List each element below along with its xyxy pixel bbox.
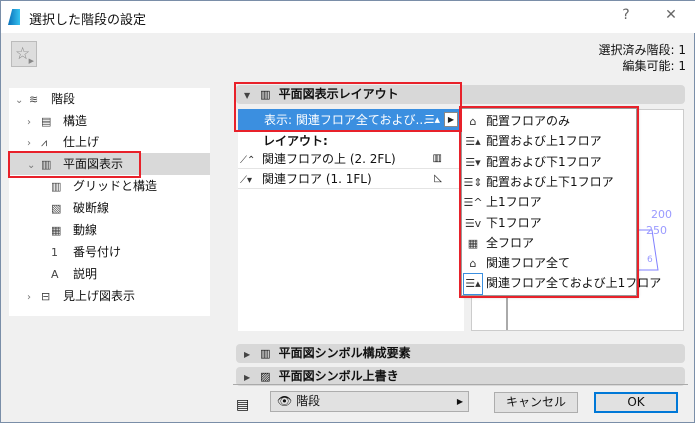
finish-icon: ⩘ bbox=[41, 136, 48, 149]
app-logo-icon bbox=[8, 9, 20, 25]
tree-item-walking-line[interactable]: ▦ 動線 bbox=[51, 219, 97, 241]
floor-option-icon: ☰⇕ bbox=[463, 175, 483, 189]
triangle-down-icon: ▼ bbox=[244, 91, 251, 100]
floor-option-icon: ☰▴ bbox=[424, 113, 440, 126]
window-title: 選択した階段の設定 bbox=[29, 13, 147, 28]
number-icon: 1 bbox=[51, 246, 58, 259]
chevron-right-icon[interactable]: › bbox=[27, 133, 41, 155]
cancel-button[interactable]: キャンセル bbox=[494, 392, 578, 413]
menu-item[interactable]: ☰▾ 配置および下1フロア bbox=[463, 152, 633, 172]
floor-plan-icon: ▥ bbox=[260, 88, 271, 101]
chevron-down-icon[interactable]: ⌄ bbox=[27, 155, 41, 177]
break-line-icon: ◺ bbox=[434, 173, 442, 184]
tree-item-structure[interactable]: › ▤ 構造 bbox=[27, 110, 87, 132]
divider bbox=[233, 384, 688, 385]
dimension-250: 250 bbox=[646, 224, 667, 237]
break-line-icon: ▧ bbox=[51, 202, 62, 215]
tree-item-reflected-ceiling[interactable]: › ⊟ 見上げ図表示 bbox=[27, 285, 135, 307]
stair-icon: ≋ bbox=[29, 93, 39, 106]
menu-item[interactable]: ⌂ 配置フロアのみ bbox=[463, 111, 633, 131]
layers-icon: ▤ bbox=[236, 397, 250, 413]
floor-option-icon: ▦ bbox=[467, 236, 479, 250]
floor-option-icon: ⌂ bbox=[469, 257, 477, 271]
ceiling-icon: ⊟ bbox=[41, 290, 51, 303]
triangle-right-icon: ▶ bbox=[456, 397, 463, 406]
help-button[interactable]: ? bbox=[616, 7, 636, 23]
editable-count: 編集可能: 1 bbox=[622, 59, 687, 73]
floor-option-icon: ☰▾ bbox=[465, 155, 481, 169]
display-option-menu-button[interactable]: ▶ bbox=[444, 112, 458, 127]
layout-label: レイアウト: bbox=[263, 134, 328, 148]
floor-option-icon: ☰▴ bbox=[465, 135, 481, 149]
tree-item-grid-structure[interactable]: ▥ グリッドと構造 bbox=[51, 175, 157, 197]
dimension-6: 6 bbox=[647, 255, 653, 265]
tree-item-floor-plan-display[interactable]: ⌄ ▥ 平面図表示 bbox=[9, 153, 210, 175]
structure-icon: ▤ bbox=[41, 115, 52, 128]
floor-plan-icon: ▥ bbox=[260, 347, 271, 360]
ok-button[interactable]: OK bbox=[594, 392, 678, 413]
triangle-right-icon: ▶ bbox=[244, 373, 251, 382]
list-item[interactable]: ⟋▾ 関連フロア (1. 1FL) ◺ bbox=[238, 169, 464, 189]
tree-item-finish[interactable]: › ⩘ 仕上げ bbox=[27, 131, 99, 153]
section-floor-plan-layout[interactable]: ▼ ▥ 平面図表示レイアウト bbox=[236, 85, 685, 104]
tree-item-numbering[interactable]: 1 番号付け bbox=[51, 241, 121, 263]
floor-option-icon: ☰^ bbox=[463, 196, 483, 210]
tree-item-stair[interactable]: ⌄ ≋ 階段 bbox=[15, 88, 75, 110]
text-icon: A bbox=[51, 268, 59, 281]
stair-up-icon: ⟋⌃ bbox=[240, 155, 256, 166]
layer-select[interactable]: 👁︎ 階段 ▶ bbox=[270, 391, 469, 412]
menu-item[interactable]: ☰▴ 配置および上1フロア bbox=[463, 131, 633, 151]
chevron-right-icon[interactable]: › bbox=[27, 287, 41, 309]
tree-item-description[interactable]: A 説明 bbox=[51, 263, 97, 285]
floor-option-icon: ☰v bbox=[464, 216, 482, 230]
menu-item[interactable]: ☰^ 上1フロア bbox=[463, 192, 633, 212]
triangle-right-icon: ▶ bbox=[244, 350, 251, 359]
favorites-button[interactable]: ☆ ▶ bbox=[11, 41, 37, 67]
menu-item[interactable]: ▦ 全フロア bbox=[463, 233, 633, 253]
list-item[interactable]: ⟋⌃ 関連フロアの上 (2. 2FL) ▥ bbox=[238, 149, 464, 169]
selected-count: 選択済み階段: 1 bbox=[598, 43, 687, 57]
dimension-200: 200 bbox=[651, 208, 672, 221]
display-option-row[interactable]: 表示: 関連フロア全ておよび... ☰▴ ▶ bbox=[238, 109, 462, 131]
close-button[interactable]: ✕ bbox=[661, 7, 681, 23]
walking-line-icon: ▦ bbox=[51, 224, 62, 237]
menu-item[interactable]: ☰▴ 関連フロア全ておよび上1フロア bbox=[463, 273, 661, 296]
floor-option-icon: ☰▴ bbox=[463, 273, 483, 296]
floor-option-icon: ⌂ bbox=[469, 115, 477, 128]
chevron-down-icon[interactable]: ⌄ bbox=[15, 90, 29, 112]
menu-item[interactable]: ☰v 下1フロア bbox=[463, 213, 633, 233]
grid-icon: ▥ bbox=[51, 180, 62, 193]
title-bar: 選択した階段の設定 ? ✕ bbox=[1, 1, 695, 33]
grid-icon: ▥ bbox=[432, 153, 442, 164]
stair-icon: ⟋▾ bbox=[240, 175, 253, 186]
tree-item-break-line[interactable]: ▧ 破断線 bbox=[51, 197, 109, 219]
eye-icon: 👁︎ bbox=[277, 394, 293, 408]
section-symbol-components[interactable]: ▶ ▥ 平面図シンボル構成要素 bbox=[236, 344, 685, 363]
menu-item[interactable]: ⌂ 関連フロア全て bbox=[463, 253, 633, 273]
floor-plan-icon: ▥ bbox=[41, 158, 52, 171]
override-icon: ▨ bbox=[260, 370, 271, 383]
menu-item[interactable]: ☰⇕ 配置および上下1フロア bbox=[463, 172, 633, 192]
triangle-right-icon: ▶ bbox=[28, 57, 34, 65]
